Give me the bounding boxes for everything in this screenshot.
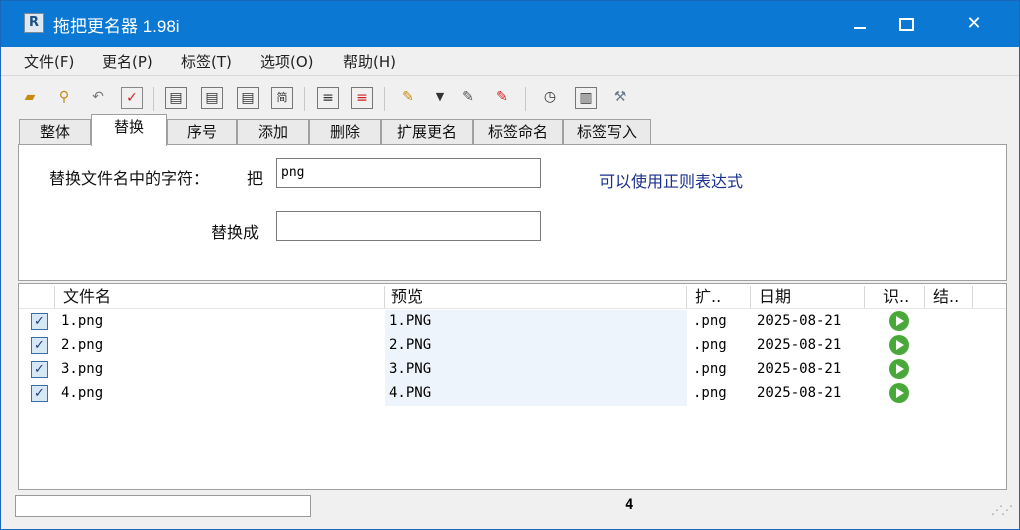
toolbar: ▰ ⚲ ↶ ✓ ▤ ▤ ▤ 简 ≡ ≡ ✎ ▼ ✎ ✎ ◷ ▥ ⚒ xyxy=(1,81,1019,115)
app-window: R 拖把更名器 1.98i ✕ 文件(F) 更名(P) 标签(T) 选项(O) … xyxy=(0,0,1020,530)
cell-extension: .png xyxy=(693,337,727,353)
header-divider xyxy=(19,308,1006,309)
list-delete-icon[interactable]: ≡ xyxy=(351,87,373,109)
column-header-extension[interactable]: 扩.. xyxy=(689,286,751,308)
pencil-folder-icon[interactable]: ✎ xyxy=(397,87,419,109)
tab-add[interactable]: 添加 xyxy=(237,119,309,145)
edit-delete-icon[interactable]: ✎ xyxy=(491,87,513,109)
dropdown-icon[interactable]: ▼ xyxy=(429,87,451,109)
table-row[interactable]: ✓ 2.png 2.PNG .png 2025-08-21 xyxy=(19,334,1006,358)
find-prefix-label: 把 xyxy=(247,169,264,188)
row-checkbox[interactable]: ✓ xyxy=(31,313,48,330)
file-c-icon[interactable]: ▤ xyxy=(237,87,259,109)
tab-tag-write[interactable]: 标签写入 xyxy=(563,119,651,145)
replace-label: 替换成 xyxy=(211,223,260,242)
cell-filename: 2.png xyxy=(61,337,104,353)
column-header-filename[interactable]: 文件名 xyxy=(57,286,385,308)
cell-extension: .png xyxy=(693,385,727,401)
column-header-result[interactable]: 结.. xyxy=(927,286,973,308)
minimize-button[interactable] xyxy=(837,1,883,47)
tab-whole[interactable]: 整体 xyxy=(19,119,91,145)
cell-date: 2025-08-21 xyxy=(757,361,842,377)
menu-options[interactable]: 选项(O) xyxy=(260,51,314,72)
column-header-identify[interactable]: 识.. xyxy=(877,286,925,308)
tools-icon[interactable]: ⚒ xyxy=(609,87,631,109)
column-header-checkbox[interactable] xyxy=(23,286,55,308)
cell-date: 2025-08-21 xyxy=(757,385,842,401)
file-b-icon[interactable]: ▤ xyxy=(201,87,223,109)
tab-tag-naming[interactable]: 标签命名 xyxy=(473,119,563,145)
cell-date: 2025-08-21 xyxy=(757,337,842,353)
row-checkbox[interactable]: ✓ xyxy=(31,337,48,354)
row-checkbox[interactable]: ✓ xyxy=(31,385,48,402)
status-bar: 4 ⋰⋰ xyxy=(1,491,1019,529)
table-row[interactable]: ✓ 4.png 4.PNG .png 2025-08-21 xyxy=(19,382,1006,406)
title-bar[interactable]: R 拖把更名器 1.98i ✕ xyxy=(1,1,1019,47)
cell-extension: .png xyxy=(693,313,727,329)
toolbar-separator xyxy=(384,87,385,111)
status-progress-box xyxy=(15,495,311,517)
cell-filename: 1.png xyxy=(61,313,104,329)
open-folder-icon[interactable]: ▰ xyxy=(19,87,41,109)
menu-bar: 文件(F) 更名(P) 标签(T) 选项(O) 帮助(H) xyxy=(1,47,1019,76)
preview-icon[interactable]: ▥ xyxy=(575,87,597,109)
toolbar-separator xyxy=(153,87,154,111)
resize-grip-icon[interactable]: ⋰⋰ xyxy=(991,503,1013,517)
minimize-icon xyxy=(854,27,866,29)
undo-icon[interactable]: ↶ xyxy=(87,87,109,109)
tab-extended-rename[interactable]: 扩展更名 xyxy=(381,119,473,145)
tab-delete[interactable]: 删除 xyxy=(309,119,381,145)
table-row[interactable]: ✓ 3.png 3.PNG .png 2025-08-21 xyxy=(19,358,1006,382)
row-checkbox[interactable]: ✓ xyxy=(31,361,48,378)
replace-input[interactable] xyxy=(276,211,541,241)
maximize-button[interactable] xyxy=(883,1,929,47)
table-row[interactable]: ✓ 1.png 1.PNG .png 2025-08-21 xyxy=(19,310,1006,334)
search-icon[interactable]: ⚲ xyxy=(53,87,75,109)
cell-filename: 4.png xyxy=(61,385,104,401)
cell-extension: .png xyxy=(693,361,727,377)
find-input[interactable]: png xyxy=(276,158,541,188)
cell-preview: 4.PNG xyxy=(389,385,432,401)
cell-filename: 3.png xyxy=(61,361,104,377)
play-icon[interactable] xyxy=(889,335,909,355)
tab-sequence[interactable]: 序号 xyxy=(167,119,237,145)
list-icon[interactable]: ≡ xyxy=(317,87,339,109)
column-header-preview[interactable]: 预览 xyxy=(385,286,687,308)
cell-date: 2025-08-21 xyxy=(757,313,842,329)
edit-icon[interactable]: ✎ xyxy=(457,87,479,109)
maximize-icon xyxy=(898,17,914,31)
menu-rename[interactable]: 更名(P) xyxy=(102,51,153,72)
close-button[interactable]: ✕ xyxy=(951,1,997,47)
file-d-icon[interactable]: 简 xyxy=(271,87,293,109)
toolbar-separator xyxy=(525,87,526,111)
window-title: 拖把更名器 1.98i xyxy=(53,17,180,36)
cell-preview: 2.PNG xyxy=(389,337,432,353)
regex-hint: 可以使用正则表达式 xyxy=(599,172,744,191)
clock-icon[interactable]: ◷ xyxy=(539,87,561,109)
menu-help[interactable]: 帮助(H) xyxy=(343,51,396,72)
menu-tags[interactable]: 标签(T) xyxy=(181,51,232,72)
status-file-count: 4 xyxy=(625,497,634,513)
play-icon[interactable] xyxy=(889,359,909,379)
tab-strip: 整体 替换 序号 添加 删除 扩展更名 标签命名 标签写入 xyxy=(19,114,1009,146)
replace-panel: 替换文件名中的字符： 把 png 可以使用正则表达式 替换成 xyxy=(18,144,1007,281)
app-logo-icon: R xyxy=(24,13,44,33)
column-header-date[interactable]: 日期 xyxy=(753,286,865,308)
cell-preview: 3.PNG xyxy=(389,361,432,377)
play-icon[interactable] xyxy=(889,311,909,331)
file-a-icon[interactable]: ▤ xyxy=(165,87,187,109)
find-label: 替换文件名中的字符： xyxy=(49,169,210,188)
file-list: 文件名 预览 扩.. 日期 识.. 结.. ✓ 1.png 1.PNG .png… xyxy=(18,283,1007,490)
menu-file[interactable]: 文件(F) xyxy=(24,51,74,72)
tab-replace[interactable]: 替换 xyxy=(91,114,167,146)
check-icon[interactable]: ✓ xyxy=(121,87,143,109)
toolbar-separator xyxy=(304,87,305,111)
cell-preview: 1.PNG xyxy=(389,313,432,329)
close-icon: ✕ xyxy=(966,13,982,34)
play-icon[interactable] xyxy=(889,383,909,403)
